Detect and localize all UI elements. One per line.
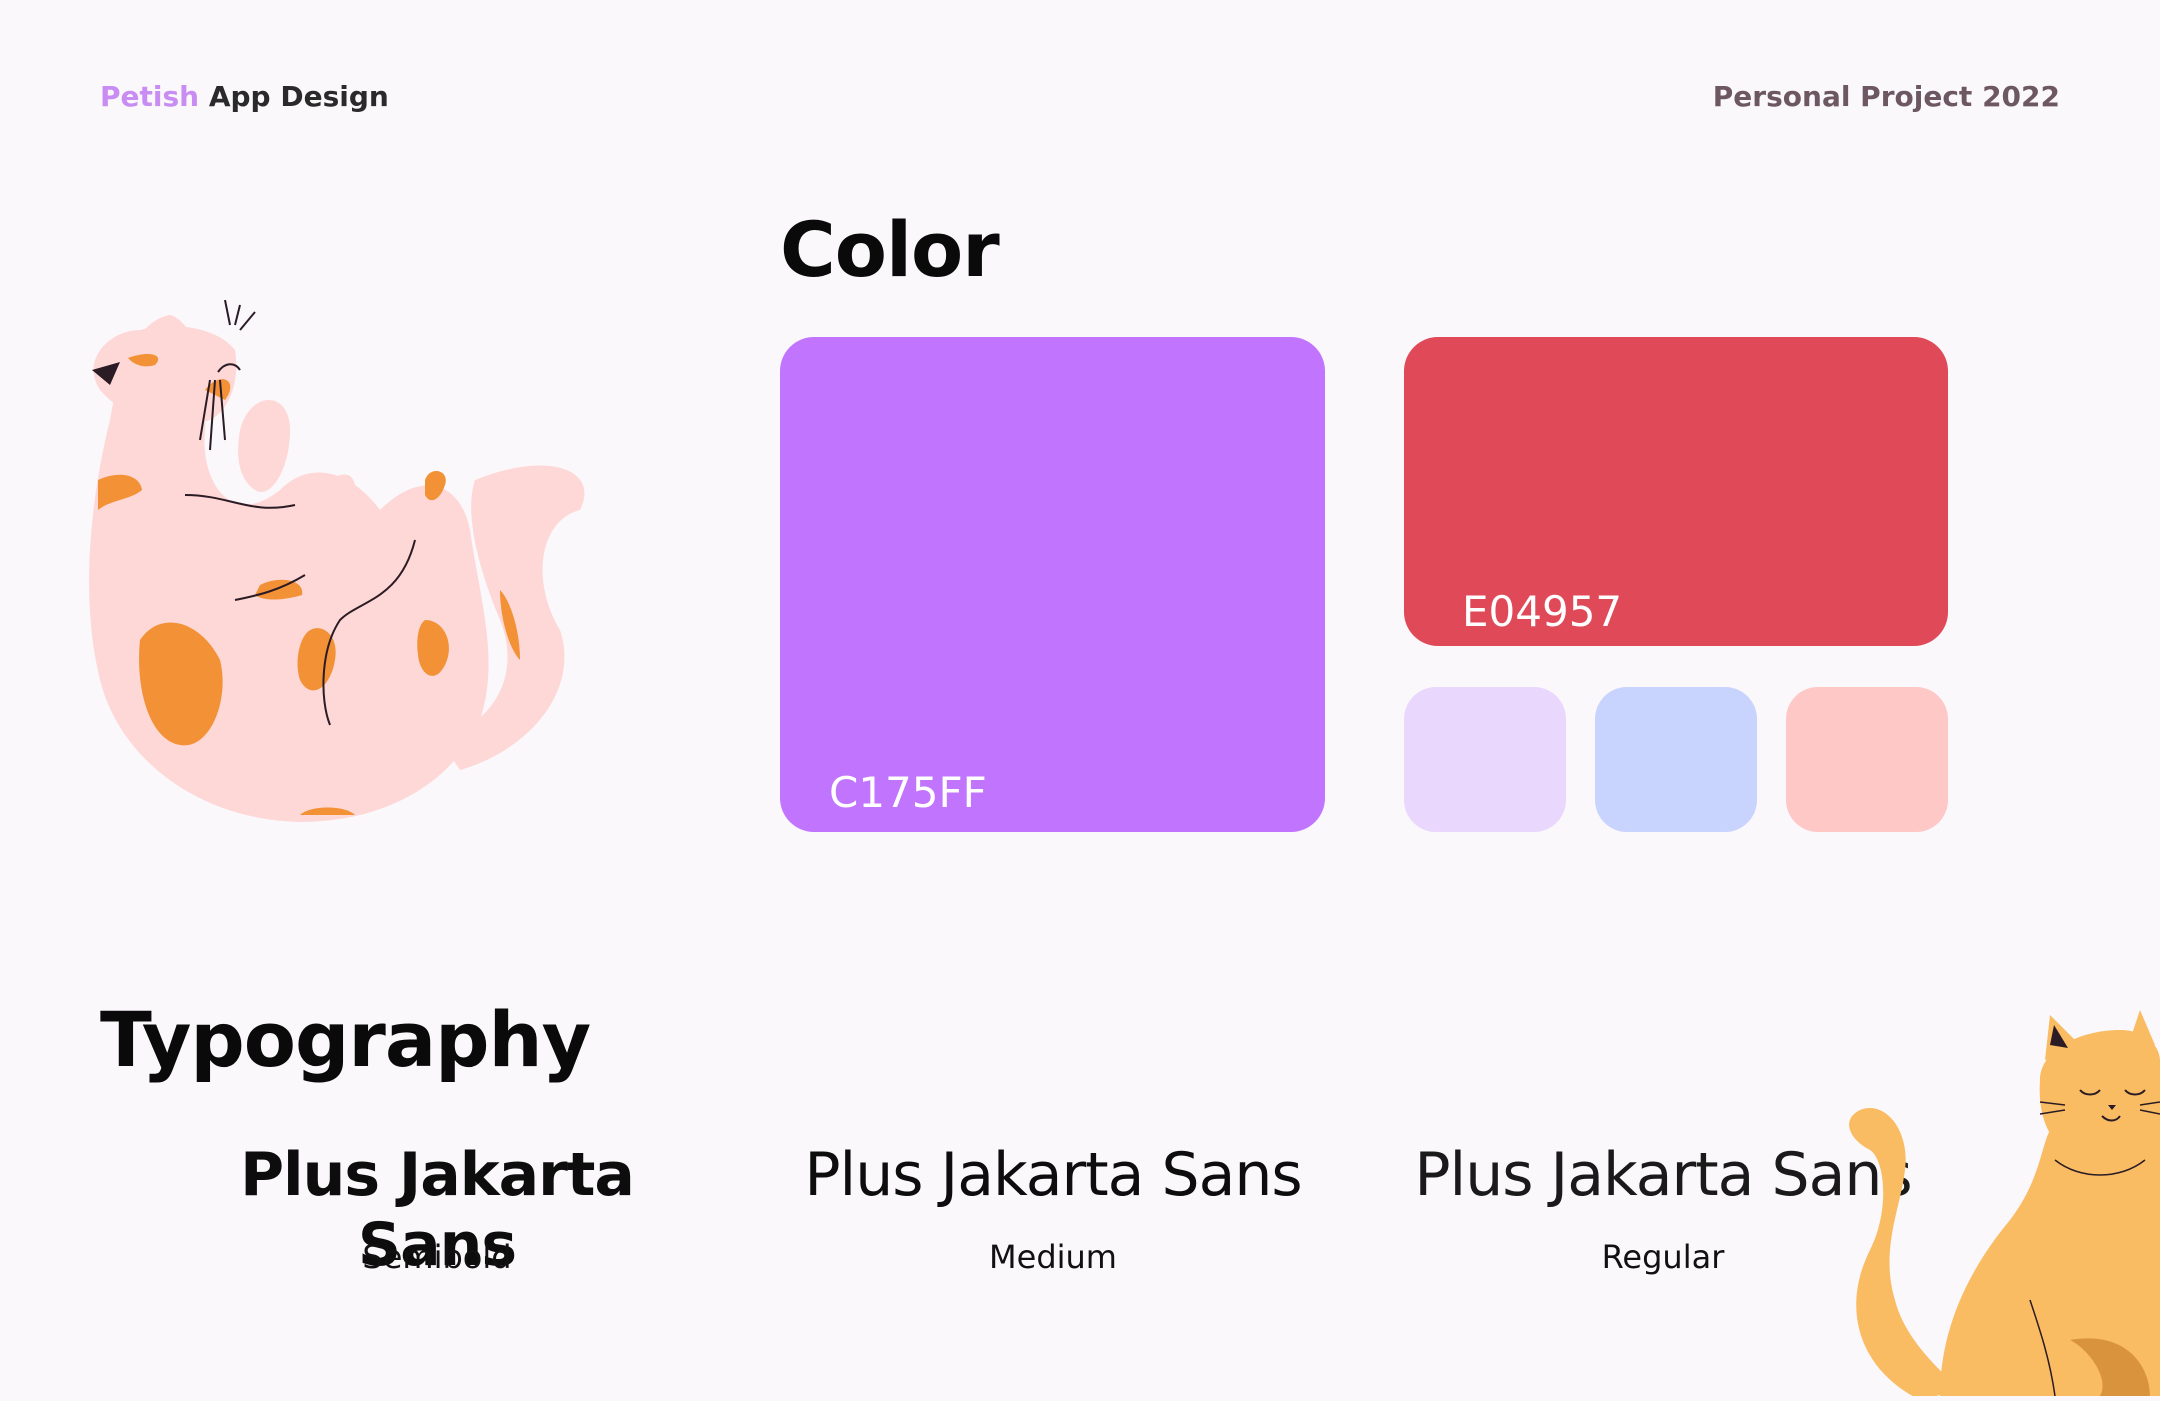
brand-rest: App Design (208, 80, 389, 113)
typography-section-title: Typography (100, 995, 591, 1084)
weight-label-medium: Medium (989, 1238, 1117, 1276)
secondary-color-swatch: E04957 (1404, 337, 1948, 646)
primary-hex-label: C175FF (829, 768, 987, 817)
tint-swatch-blue (1595, 687, 1757, 832)
primary-color-swatch: C175FF (780, 337, 1325, 832)
font-sample-medium: Plus Jakarta Sans (804, 1140, 1302, 1210)
project-label: Personal Project 2022 (1712, 80, 2060, 113)
brand-accent: Petish (100, 80, 200, 113)
tint-swatch-pink (1786, 687, 1948, 832)
sleeping-cat-illustration (80, 299, 600, 845)
secondary-hex-label: E04957 (1462, 587, 1623, 636)
weight-label-semibold: Semibold (362, 1238, 512, 1276)
color-section-title: Color (780, 205, 1000, 294)
brand-title: Petish App Design (100, 80, 389, 113)
sitting-cat-illustration (1840, 1010, 2160, 1401)
tint-swatch-lavender (1404, 687, 1566, 832)
